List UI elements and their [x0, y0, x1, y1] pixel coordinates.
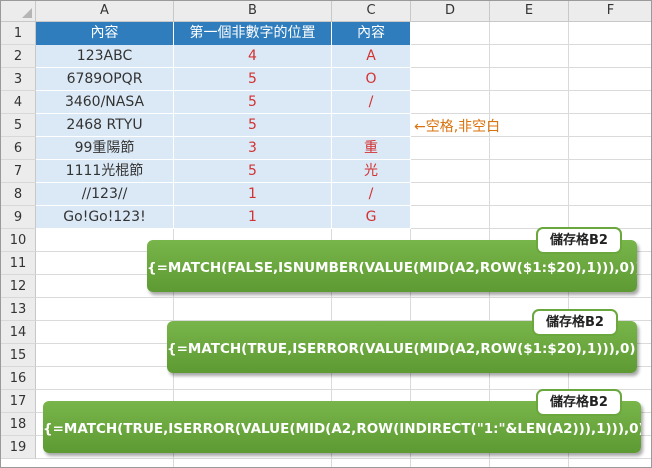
cell-b6[interactable]: 3 — [174, 137, 332, 160]
row-header-2[interactable]: 2 — [1, 45, 36, 68]
cell-c5[interactable] — [332, 114, 411, 137]
cell-c2[interactable]: A — [332, 45, 411, 68]
row-header-17[interactable]: 17 — [1, 390, 36, 413]
row-header-6[interactable]: 6 — [1, 137, 36, 160]
cell-b7[interactable]: 5 — [174, 160, 332, 183]
cell-c9[interactable]: G — [332, 206, 411, 229]
row-header-10[interactable]: 10 — [1, 229, 36, 252]
gridline — [36, 458, 651, 459]
cell-b9[interactable]: 1 — [174, 206, 332, 229]
column-header-c[interactable]: C — [332, 1, 411, 22]
row-header-1[interactable]: 1 — [1, 22, 36, 45]
row-header-13[interactable]: 13 — [1, 298, 36, 321]
row-header-5[interactable]: 5 — [1, 114, 36, 137]
cell-c8[interactable]: / — [332, 183, 411, 206]
header-cell-b1[interactable]: 第一個非數字的位置 — [174, 22, 332, 45]
column-header-d[interactable]: D — [411, 1, 490, 22]
row-header-7[interactable]: 7 — [1, 160, 36, 183]
gridline — [36, 297, 651, 298]
cell-b5[interactable]: 5 — [174, 114, 332, 137]
row-header-3[interactable]: 3 — [1, 68, 36, 91]
cell-c4[interactable]: / — [332, 91, 411, 114]
row-header-15[interactable]: 15 — [1, 344, 36, 367]
row-header-19[interactable]: 19 — [1, 436, 36, 459]
cell-a8[interactable]: //123// — [36, 183, 174, 206]
select-all-corner[interactable] — [1, 1, 36, 22]
cell-b4[interactable]: 5 — [174, 91, 332, 114]
cell-a5[interactable]: 2468 RTYU — [36, 114, 174, 137]
callout-tag-3: 儲存格B2 — [536, 389, 622, 416]
cell-b2[interactable]: 4 — [174, 45, 332, 68]
row-header-16[interactable]: 16 — [1, 367, 36, 390]
row-header-4[interactable]: 4 — [1, 91, 36, 114]
cell-a7[interactable]: 1111光棍節 — [36, 160, 174, 183]
header-cell-a1[interactable]: 內容 — [36, 22, 174, 45]
header-cell-c1[interactable]: 內容 — [332, 22, 411, 45]
cell-a4[interactable]: 3460/NASA — [36, 91, 174, 114]
callout-tag-2: 儲存格B2 — [532, 309, 618, 336]
cell-c7[interactable]: 光 — [332, 160, 411, 183]
cell-c6[interactable]: 重 — [332, 137, 411, 160]
row-header-9[interactable]: 9 — [1, 206, 36, 229]
column-header-b[interactable]: B — [174, 1, 332, 22]
row-header-12[interactable]: 12 — [1, 275, 36, 298]
cell-a6[interactable]: 99重陽節 — [36, 137, 174, 160]
space-note: ←空格,非空白 — [414, 119, 501, 135]
callout-tag-1: 儲存格B2 — [536, 227, 622, 254]
select-all-triangle-icon — [22, 8, 32, 18]
column-header-e[interactable]: E — [490, 1, 569, 22]
cell-a3[interactable]: 6789OPQR — [36, 68, 174, 91]
row-header-18[interactable]: 18 — [1, 413, 36, 436]
cell-b8[interactable]: 1 — [174, 183, 332, 206]
row-header-11[interactable]: 11 — [1, 252, 36, 275]
row-header-8[interactable]: 8 — [1, 183, 36, 206]
row-header-14[interactable]: 14 — [1, 321, 36, 344]
cell-a9[interactable]: Go!Go!123! — [36, 206, 174, 229]
cell-b3[interactable]: 5 — [174, 68, 332, 91]
column-header-a[interactable]: A — [36, 1, 174, 22]
spreadsheet-window: A B C D E F 1 2 3 4 5 6 7 8 9 10 11 12 1… — [0, 0, 652, 468]
cell-a2[interactable]: 123ABC — [36, 45, 174, 68]
cell-c3[interactable]: O — [332, 68, 411, 91]
column-header-f[interactable]: F — [569, 1, 651, 22]
